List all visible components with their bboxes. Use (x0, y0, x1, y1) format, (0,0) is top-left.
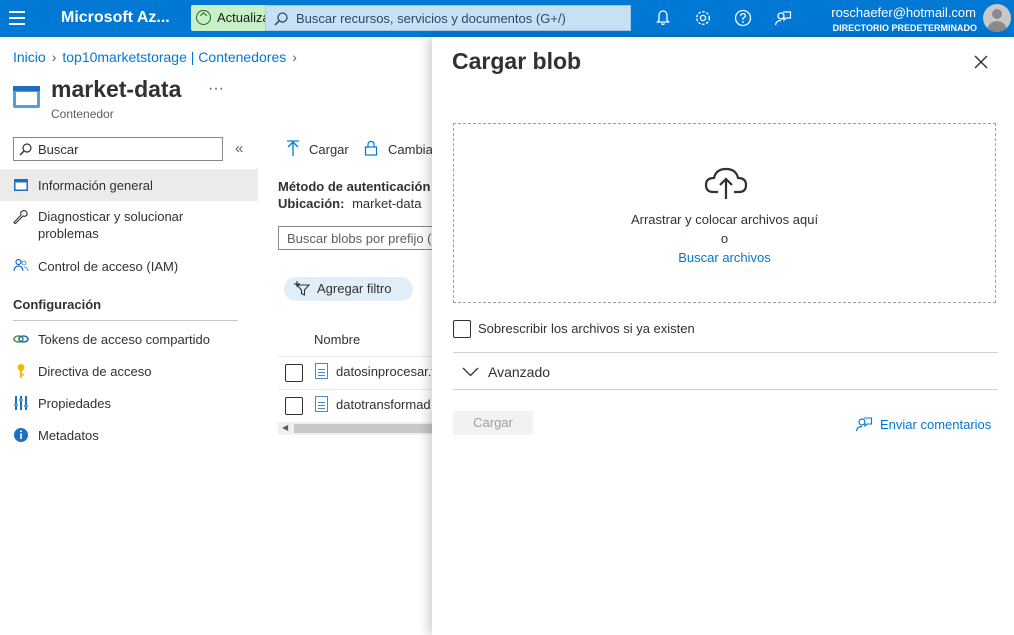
feedback-icon (855, 417, 873, 432)
container-content: Cargar Cambia Método de autenticación Ub… (278, 130, 432, 450)
sidebar-item-label: Tokens de acceso compartido (38, 332, 210, 347)
properties-icon (14, 396, 28, 410)
file-name[interactable]: datotransformad (336, 397, 431, 412)
avatar[interactable] (983, 4, 1011, 32)
add-filter-button[interactable]: Agregar filtro (284, 277, 413, 301)
scrollbar-thumb[interactable] (294, 424, 432, 433)
upload-blob-panel: Cargar blob Arrastrar y colocar archivos… (432, 37, 1014, 635)
change-access-label: Cambia (388, 142, 432, 157)
people-icon (13, 258, 29, 272)
gear-icon[interactable] (694, 9, 712, 27)
sidebar-item-diagnose[interactable]: Diagnosticar y solucionar problemas (0, 203, 258, 247)
sidebar-item-label: Control de acceso (IAM) (38, 259, 179, 274)
row-checkbox[interactable] (285, 397, 303, 415)
send-feedback-label: Enviar comentarios (880, 417, 992, 432)
sidebar-item-iam[interactable]: Control de acceso (IAM) (0, 251, 258, 281)
collapse-nav-icon[interactable]: « (235, 140, 243, 157)
global-search-input[interactable]: Buscar recursos, servicios y documentos … (265, 5, 631, 31)
user-email[interactable]: roschaefer@hotmail.com (831, 5, 976, 20)
send-feedback-link[interactable]: Enviar comentarios (855, 415, 995, 435)
upload-button[interactable]: Cargar (453, 411, 533, 435)
divider (453, 389, 998, 390)
nav-divider (13, 320, 238, 321)
file-name[interactable]: datosinprocesar.t (336, 364, 432, 379)
sidebar-item-properties[interactable]: Propiedades (0, 390, 258, 416)
feedback-icon[interactable] (774, 9, 792, 27)
sidebar-item-label: Información general (38, 178, 153, 193)
update-notice[interactable]: Actualiza (191, 5, 271, 31)
nav-search-placeholder: Buscar (38, 142, 79, 157)
nav-search-input[interactable]: Buscar (13, 137, 223, 161)
divider (453, 352, 998, 353)
cloud-upload-icon (704, 167, 748, 199)
file-icon (315, 396, 328, 412)
drop-instructions: Arrastrar y colocar archivos aquí (630, 212, 819, 227)
info-icon (14, 428, 28, 442)
chevron-down-icon (462, 367, 479, 377)
global-search-placeholder: Buscar recursos, servicios y documentos … (296, 11, 566, 26)
menu-icon[interactable] (9, 11, 25, 25)
search-icon (19, 143, 32, 156)
file-icon (315, 363, 328, 379)
filter-add-icon (294, 281, 311, 296)
search-icon (274, 12, 288, 26)
browse-files-link[interactable]: Buscar archivos (454, 250, 995, 265)
portal-brand[interactable]: Microsoft Az... (61, 9, 170, 27)
auth-method-label: Método de autenticación (278, 179, 431, 194)
advanced-label: Avanzado (488, 364, 551, 380)
sidebar-item-label: Propiedades (38, 396, 111, 411)
nav-section-heading: Configuración (13, 297, 102, 312)
drop-or: o (720, 231, 729, 246)
lock-icon (364, 140, 378, 156)
file-drop-zone[interactable]: Arrastrar y colocar archivos aquí o Busc… (453, 123, 996, 303)
add-filter-label: Agregar filtro (317, 281, 392, 296)
breadcrumb: Inicio › top10marketstorage | Contenedores… (13, 49, 303, 65)
close-icon[interactable] (973, 54, 989, 70)
more-options-icon[interactable]: ··· (208, 80, 224, 98)
table-row[interactable]: datotransformad (278, 389, 432, 419)
breadcrumb-containers[interactable]: top10marketstorage | Contenedores (62, 49, 286, 65)
sidebar-item-sas-tokens[interactable]: Tokens de acceso compartido (0, 326, 258, 352)
chevron-right-icon: › (51, 49, 57, 65)
sidebar-item-label: Diagnosticar y solucionar (38, 209, 184, 224)
chevron-right-icon: › (292, 49, 297, 65)
sidebar-item-label: Metadatos (38, 428, 99, 443)
overview-icon (14, 179, 28, 191)
upload-arrow-icon (287, 140, 299, 156)
horizontal-scrollbar[interactable]: ◀ (278, 422, 432, 435)
sidebar-item-overview[interactable]: Información general (0, 169, 258, 201)
sidebar-item-access-policy[interactable]: Directiva de acceso (0, 358, 258, 384)
table-row[interactable]: datosinprocesar.t (278, 356, 432, 386)
scroll-left-icon[interactable]: ◀ (282, 423, 288, 432)
blob-prefix-search[interactable]: Buscar blobs por prefijo ( (278, 226, 432, 250)
upload-command-label: Cargar (309, 142, 349, 157)
overwrite-label: Sobrescribir los archivos si ya existen (478, 321, 695, 336)
page-subtitle: Contenedor (51, 107, 114, 121)
wrench-icon (13, 209, 28, 224)
arrow-up-circle-icon (196, 10, 211, 25)
location-label: Ubicación: (278, 196, 345, 211)
sidebar-item-metadata[interactable]: Metadatos (0, 422, 258, 448)
user-directory[interactable]: DIRECTORIO PREDETERMINADO (833, 23, 977, 33)
key-icon (17, 364, 25, 378)
row-checkbox[interactable] (285, 364, 303, 382)
advanced-expander[interactable]: Avanzado (462, 363, 762, 383)
column-header-name[interactable]: Nombre (314, 332, 360, 347)
panel-title: Cargar blob (452, 48, 582, 74)
breadcrumb-home[interactable]: Inicio (13, 49, 46, 65)
location-row: Ubicación: market-data (278, 196, 421, 211)
help-icon[interactable] (734, 9, 752, 27)
link-icon (13, 335, 29, 343)
sidebar-item-label: Directiva de acceso (38, 364, 152, 379)
container-icon (13, 86, 40, 108)
location-value: market-data (352, 196, 422, 211)
overwrite-checkbox[interactable] (453, 320, 471, 338)
bell-icon[interactable] (654, 9, 672, 27)
page-title: market-data (51, 76, 182, 102)
top-bar: Microsoft Az... Actualiza Buscar recurso… (0, 0, 1014, 37)
update-label: Actualiza (217, 10, 270, 25)
overwrite-option[interactable]: Sobrescribir los archivos si ya existen (453, 320, 853, 340)
sidebar-item-label-continued: problemas (38, 226, 99, 241)
